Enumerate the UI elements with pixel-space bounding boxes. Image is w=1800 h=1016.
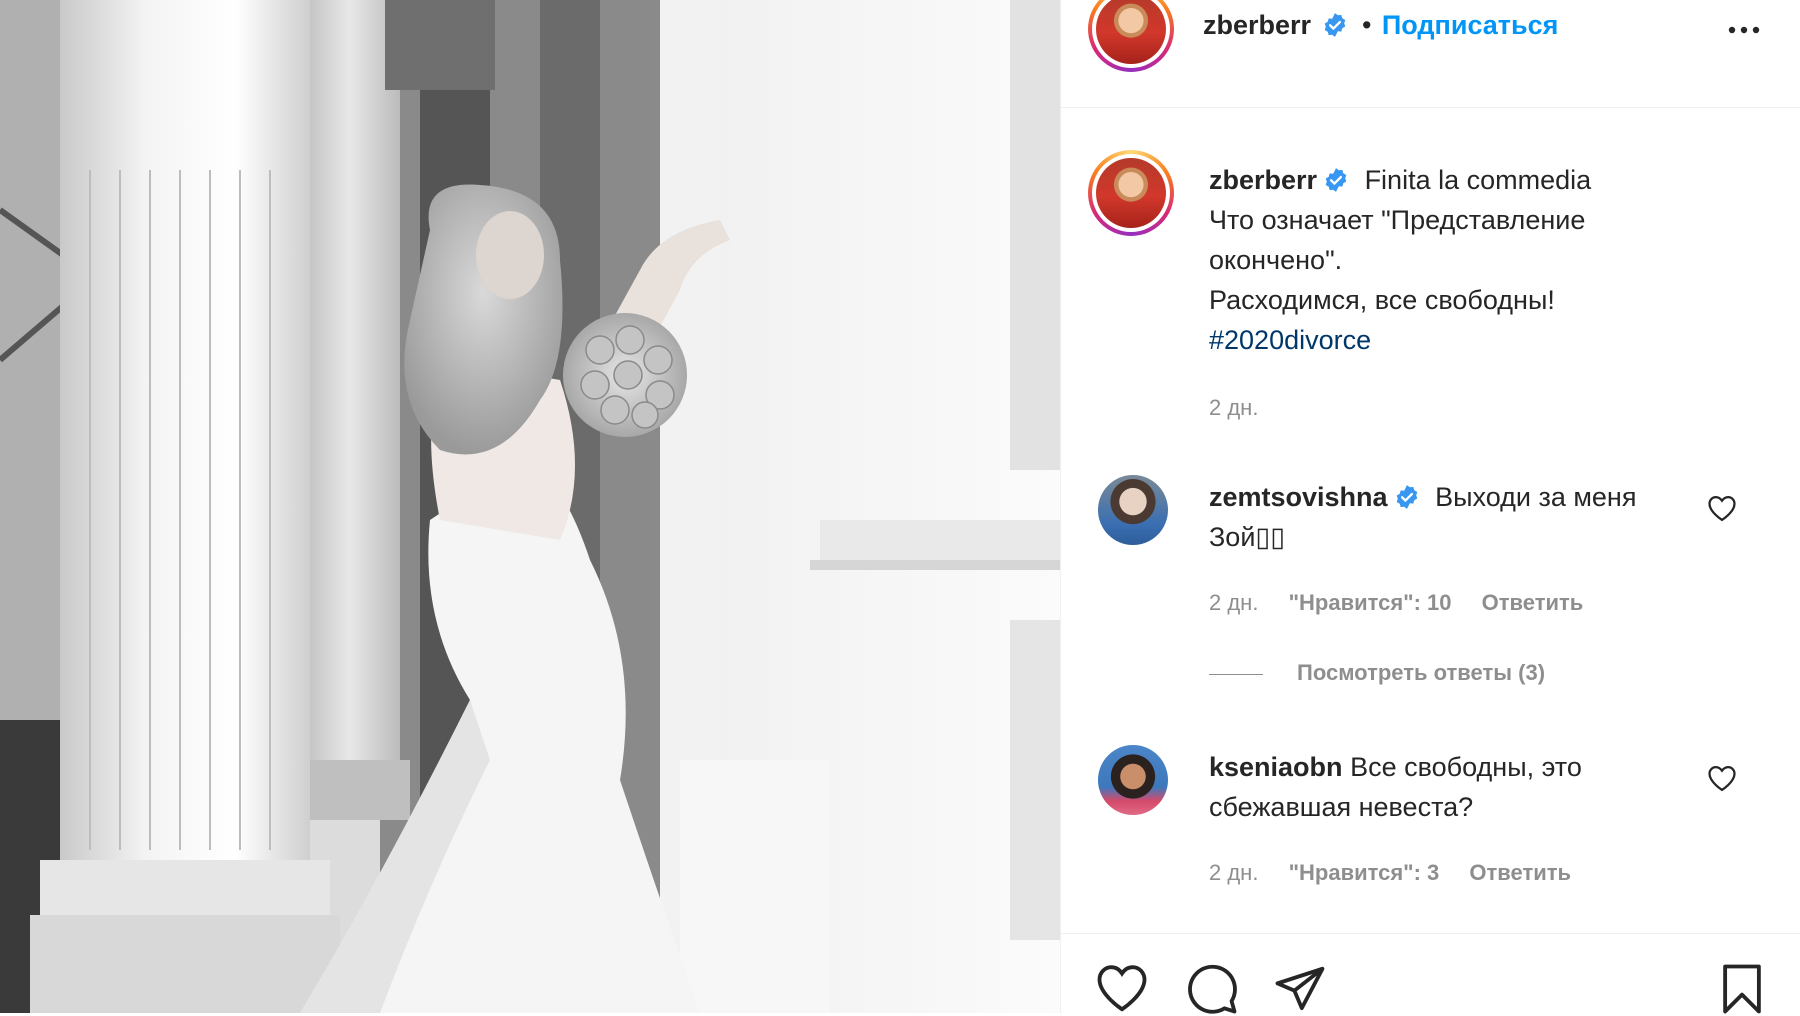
comment-meta: 2 дн. "Нравится": 3 Ответить [1209, 860, 1595, 886]
comment-text: Зой▯▯ [1209, 522, 1286, 552]
post-details-panel: zberberr • Подписаться zberberr Finita l… [1060, 0, 1800, 1016]
reply-button[interactable]: Ответить [1482, 590, 1584, 615]
view-replies-button[interactable]: Посмотреть ответы (3) [1209, 660, 1545, 686]
comment-text: Все свободны, это [1350, 752, 1582, 782]
comment-item: kseniaobn Все свободны, это сбежавшая не… [1209, 747, 1729, 827]
like-comment-heart-icon[interactable] [1707, 494, 1737, 522]
more-options-icon[interactable] [1724, 20, 1764, 40]
comment-username[interactable]: zemtsovishna [1209, 482, 1388, 512]
caption-username[interactable]: zberberr [1209, 165, 1317, 195]
share-icon[interactable] [1273, 962, 1327, 1016]
comment-icon[interactable] [1185, 962, 1239, 1016]
verified-badge-icon [1324, 13, 1345, 37]
post-caption: zberberr Finita la commedia Что означает… [1209, 160, 1769, 360]
comment-timestamp[interactable]: 2 дн. [1209, 590, 1258, 615]
caption-line: Finita la commedia [1364, 165, 1592, 195]
bookmark-icon[interactable] [1715, 962, 1769, 1016]
header-author-row: zberberr • Подписаться [1203, 10, 1558, 41]
verified-badge-icon [1396, 485, 1417, 509]
like-comment-heart-icon[interactable] [1707, 764, 1737, 792]
comment-like-count[interactable]: "Нравится": 3 [1289, 860, 1440, 885]
comment-username[interactable]: kseniaobn [1209, 752, 1343, 782]
commenter-avatar[interactable] [1098, 475, 1168, 545]
comment-text: сбежавшая невеста? [1209, 792, 1474, 822]
caption-timestamp[interactable]: 2 дн. [1209, 395, 1258, 421]
caption-line: Расходимся, все свободны! [1209, 285, 1555, 315]
follow-button[interactable]: Подписаться [1382, 10, 1559, 40]
heart-icon[interactable] [1095, 962, 1149, 1016]
comment-item: zemtsovishna Выходи за меня Зой▯▯ [1209, 477, 1729, 557]
header-username[interactable]: zberberr [1203, 10, 1311, 40]
comment-timestamp[interactable]: 2 дн. [1209, 860, 1258, 885]
caption-line: Что означает "Представление [1209, 205, 1586, 235]
hashtag-link[interactable]: #2020divorce [1209, 320, 1769, 360]
separator-dot: • [1361, 10, 1372, 40]
comment-text: Выходи за меня [1435, 482, 1637, 512]
post-header: zberberr • Подписаться [1061, 0, 1800, 108]
comment-like-count[interactable]: "Нравится": 10 [1289, 590, 1452, 615]
verified-badge-icon [1325, 168, 1347, 192]
post-photo[interactable] [0, 0, 1060, 1013]
commenter-avatar[interactable] [1098, 745, 1168, 815]
reply-button[interactable]: Ответить [1469, 860, 1571, 885]
comment-meta: 2 дн. "Нравится": 10 Ответить [1209, 590, 1607, 616]
author-avatar[interactable] [1088, 0, 1174, 72]
caption-author-avatar[interactable] [1088, 150, 1174, 236]
replies-divider [1209, 673, 1263, 675]
caption-line: окончено". [1209, 245, 1343, 275]
wedding-photo-image [0, 0, 1060, 1013]
post-action-bar [1061, 933, 1800, 1016]
view-replies-label: Посмотреть ответы (3) [1297, 660, 1546, 685]
